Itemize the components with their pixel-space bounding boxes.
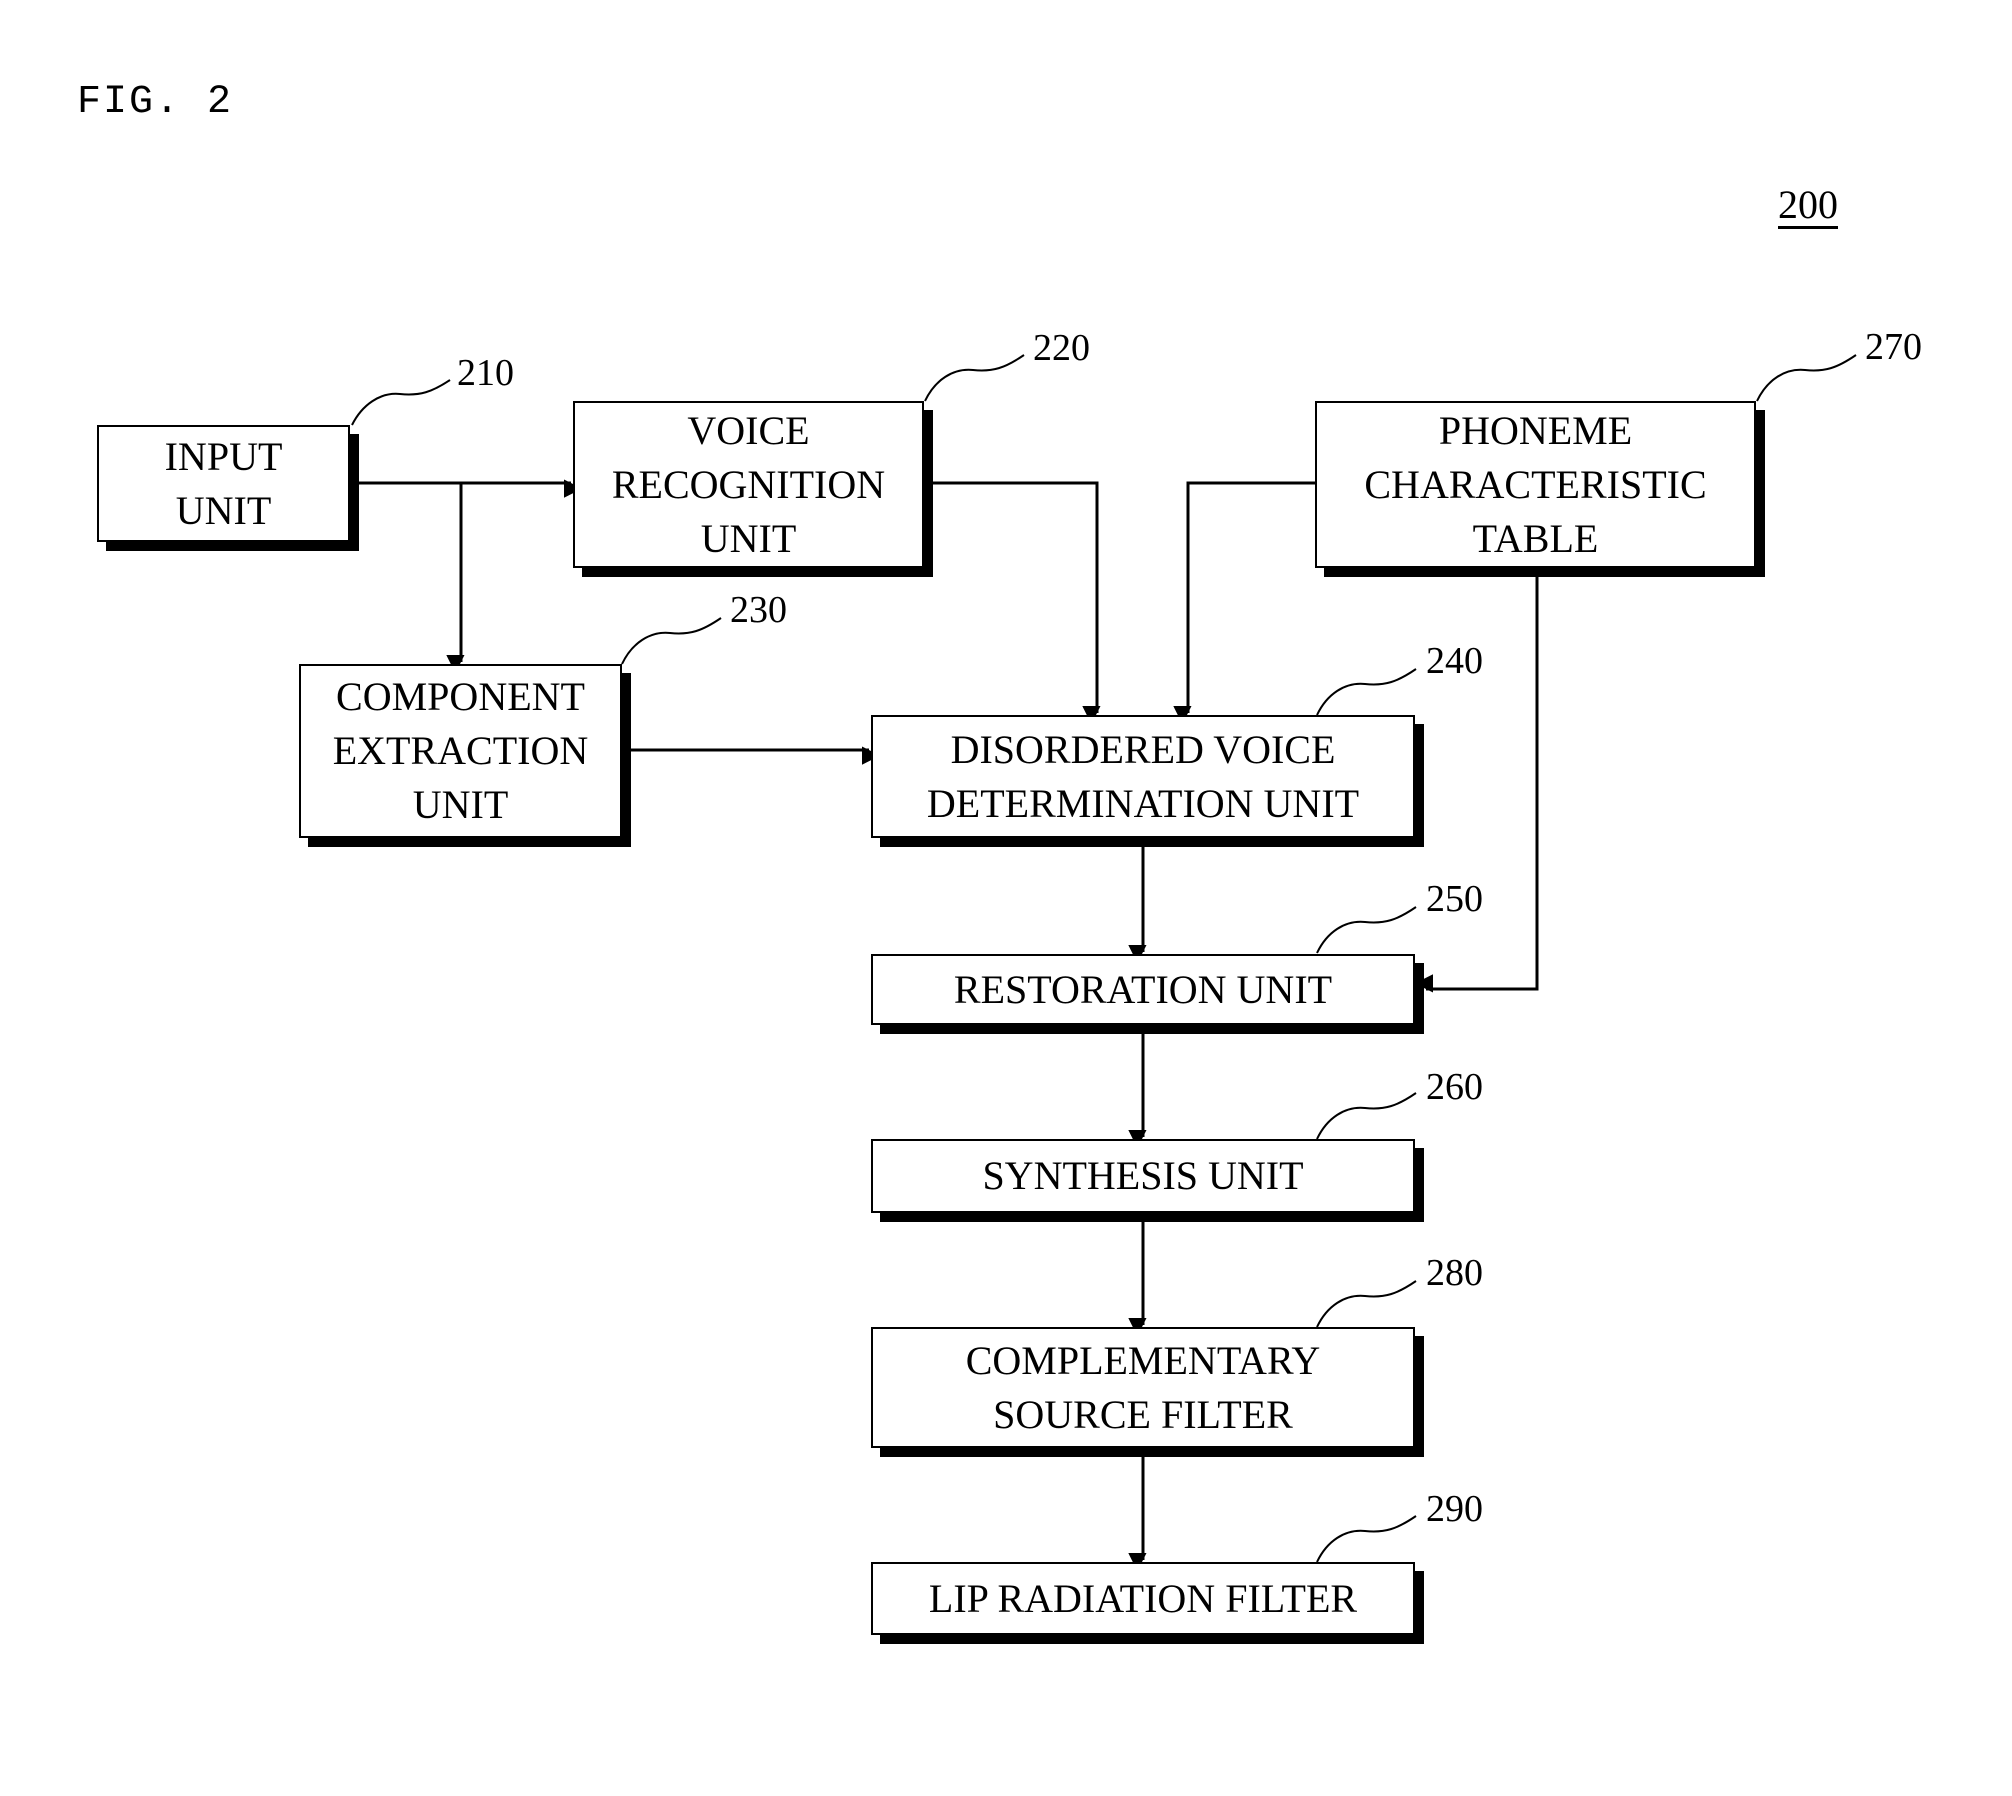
- reference-number-230: 230: [730, 589, 787, 631]
- component-extraction-unit-block: COMPONENT EXTRACTION UNIT: [299, 664, 622, 838]
- reference-number-240: 240: [1426, 640, 1483, 682]
- leader-line-290: [1316, 1515, 1417, 1563]
- leader-line-230: [621, 617, 722, 665]
- lip-radiation-filter-block: LIP RADIATION FILTER: [871, 1562, 1415, 1635]
- connector-layer: [351, 354, 1857, 1572]
- input-unit-block: INPUT UNIT: [97, 425, 350, 542]
- restoration-unit-block: RESTORATION UNIT: [871, 954, 1415, 1025]
- leader-line-280: [1316, 1280, 1417, 1328]
- reference-number-270: 270: [1865, 326, 1922, 368]
- reference-number-280: 280: [1426, 1252, 1483, 1294]
- complementary-source-filter-block: COMPLEMENTARY SOURCE FILTER: [871, 1327, 1415, 1448]
- synthesis-unit-block: SYNTHESIS UNIT: [871, 1139, 1415, 1213]
- leader-line-250: [1316, 906, 1417, 954]
- reference-number-250: 250: [1426, 878, 1483, 920]
- reference-number-290: 290: [1426, 1488, 1483, 1530]
- voice-recognition-unit-block: VOICE RECOGNITION UNIT: [573, 401, 924, 568]
- leader-line-210: [351, 379, 451, 426]
- reference-number-210: 210: [457, 352, 514, 394]
- connector-voice-to-disordered: [933, 481, 1101, 725]
- connector-phoneme-to-disordered: [1173, 481, 1315, 725]
- connector-phoneme-to-restoration: [1414, 577, 1539, 993]
- leader-line-220: [924, 354, 1025, 402]
- reference-number-220: 220: [1033, 327, 1090, 369]
- leader-line-260: [1316, 1092, 1417, 1140]
- leader-line-240: [1316, 668, 1417, 716]
- phoneme-characteristic-table-block: PHONEME CHARACTERISTIC TABLE: [1315, 401, 1756, 568]
- leader-line-270: [1756, 354, 1857, 402]
- disordered-voice-determination-unit-block: DISORDERED VOICE DETERMINATION UNIT: [871, 715, 1415, 838]
- reference-number-260: 260: [1426, 1066, 1483, 1108]
